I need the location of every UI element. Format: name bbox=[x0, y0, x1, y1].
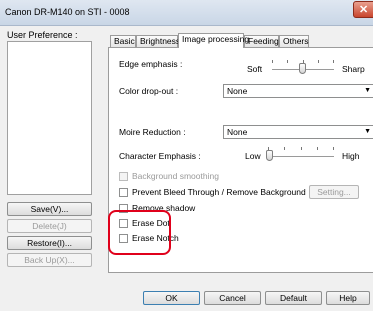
character-emphasis-track bbox=[268, 156, 334, 157]
save-button[interactable]: Save(V)... bbox=[7, 202, 92, 216]
tab-brightness[interactable]: Brightness bbox=[136, 35, 180, 47]
edge-emphasis-thumb[interactable] bbox=[299, 63, 306, 74]
tick bbox=[333, 60, 334, 63]
character-emphasis-label: Character Emphasis : bbox=[119, 151, 201, 161]
prevent-bleed-label: Prevent Bleed Through / Remove Backgroun… bbox=[132, 187, 306, 197]
chevron-down-icon: ▼ bbox=[364, 87, 371, 94]
character-emphasis-thumb[interactable] bbox=[266, 150, 273, 161]
backup-button[interactable]: Back Up(X)... bbox=[7, 253, 92, 267]
cancel-button[interactable]: Cancel bbox=[204, 291, 261, 305]
background-smoothing-label: Background smoothing bbox=[132, 171, 219, 181]
edge-emphasis-max-label: Sharp bbox=[342, 64, 365, 74]
color-dropout-select[interactable]: None ▼ bbox=[223, 84, 373, 98]
setting-button[interactable]: Setting... bbox=[309, 185, 359, 199]
tick bbox=[301, 147, 302, 150]
default-button[interactable]: Default bbox=[265, 291, 322, 305]
restore-button[interactable]: Restore(I)... bbox=[7, 236, 92, 250]
chevron-down-icon: ▼ bbox=[364, 128, 371, 135]
moire-reduction-label: Moire Reduction : bbox=[119, 127, 186, 137]
close-icon: ✕ bbox=[359, 4, 369, 16]
tick bbox=[317, 147, 318, 150]
moire-reduction-select[interactable]: None ▼ bbox=[223, 125, 373, 139]
background-smoothing-checkbox[interactable] bbox=[119, 172, 128, 181]
tick bbox=[287, 60, 288, 63]
tab-feeding[interactable]: Feeding bbox=[244, 35, 279, 47]
highlight-annotation bbox=[108, 210, 171, 255]
edge-emphasis-label: Edge emphasis : bbox=[119, 59, 183, 69]
tick bbox=[333, 147, 334, 150]
tick bbox=[318, 60, 319, 63]
user-preference-label: User Preference : bbox=[7, 30, 78, 40]
tab-others[interactable]: Others bbox=[279, 35, 309, 47]
prevent-bleed-checkbox[interactable] bbox=[119, 188, 128, 197]
character-emphasis-min-label: Low bbox=[245, 151, 261, 161]
tab-basic[interactable]: Basic bbox=[110, 35, 136, 47]
tick bbox=[272, 60, 273, 63]
moire-reduction-value: None bbox=[227, 127, 248, 137]
close-button[interactable]: ✕ bbox=[353, 1, 373, 18]
tab-image-processing[interactable]: Image processing bbox=[178, 33, 249, 48]
delete-button[interactable]: Delete(J) bbox=[7, 219, 92, 233]
tick bbox=[284, 147, 285, 150]
help-button[interactable]: Help bbox=[326, 291, 370, 305]
edge-emphasis-min-label: Soft bbox=[247, 64, 263, 74]
color-dropout-value: None bbox=[227, 86, 248, 96]
user-preference-list[interactable] bbox=[7, 41, 92, 195]
window-title: Canon DR-M140 on STI - 0008 bbox=[5, 7, 130, 17]
title-bar: Canon DR-M140 on STI - 0008 ✕ bbox=[0, 0, 373, 26]
dialog-window: Canon DR-M140 on STI - 0008 ✕ User Prefe… bbox=[0, 0, 373, 311]
ok-button[interactable]: OK bbox=[143, 291, 200, 305]
character-emphasis-max-label: High bbox=[342, 151, 360, 161]
color-dropout-label: Color drop-out : bbox=[119, 86, 179, 96]
